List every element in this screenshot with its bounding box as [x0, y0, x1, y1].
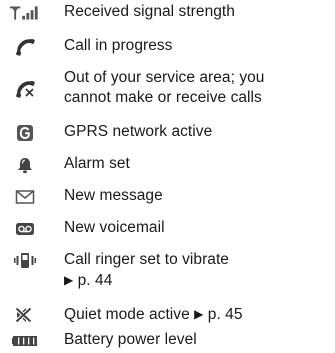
item-label: Call ringer set to vibrate	[64, 251, 229, 268]
item-label: Quiet mode active	[64, 306, 190, 323]
battery-icon	[10, 330, 40, 352]
reference-arrow-icon: ▶	[64, 273, 74, 287]
reference-page: p. 45	[207, 306, 243, 323]
out-of-service-icon	[10, 78, 40, 100]
call-in-progress-icon	[10, 36, 40, 58]
page-reference: ▶ p. 44	[64, 270, 332, 291]
item-label: Battery power level	[64, 331, 197, 348]
gprs-icon	[10, 122, 40, 144]
item-label: New voicemail	[64, 219, 165, 236]
item-label: Alarm set	[64, 155, 130, 172]
vibrate-icon	[10, 250, 40, 272]
item-label-line-2: cannot make or receive calls	[64, 89, 262, 106]
new-message-icon	[10, 186, 40, 208]
item-label: GPRS network active	[64, 123, 213, 140]
item-label-line-1: Out of your service area; you	[64, 69, 265, 86]
reference-arrow-icon: ▶	[194, 307, 204, 321]
item-label: Received signal strength	[64, 3, 235, 20]
reference-page: p. 44	[77, 272, 113, 289]
quiet-mode-icon	[10, 304, 40, 326]
signal-strength-icon	[10, 2, 40, 24]
alarm-icon	[10, 154, 40, 176]
item-label: Call in progress	[64, 37, 173, 54]
item-label-with-reference: Quiet mode active ▶ p. 45	[64, 304, 332, 325]
voicemail-icon	[10, 218, 40, 240]
item-label: New message	[64, 187, 163, 204]
